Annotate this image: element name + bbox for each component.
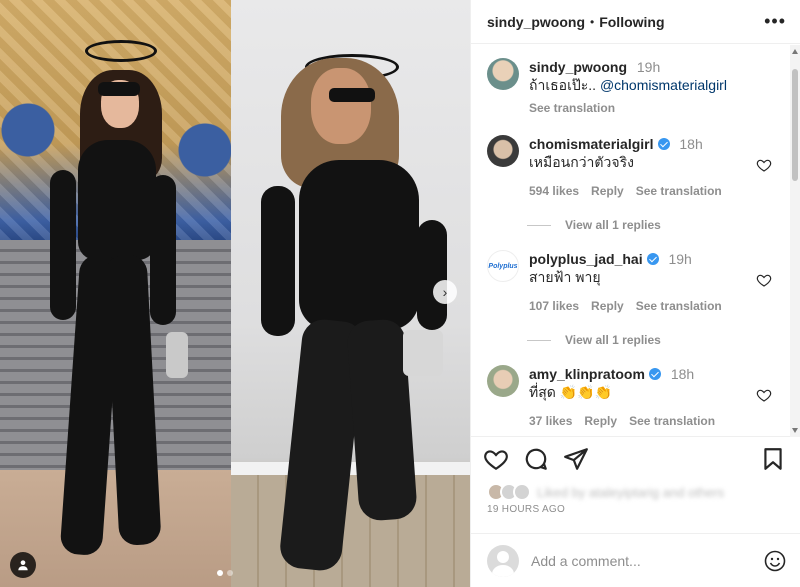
carousel-dot-active <box>217 570 223 576</box>
view-replies-button[interactable]: View all 1 replies <box>471 331 800 349</box>
comment-likes[interactable]: 594 likes <box>529 184 579 198</box>
view-replies-button[interactable]: View all 1 replies <box>471 216 800 234</box>
see-translation-button[interactable]: See translation <box>636 184 722 198</box>
avatar-logo-text: Polyplus <box>488 262 518 270</box>
comment-likes[interactable]: 37 likes <box>529 414 572 428</box>
face-right <box>311 68 371 144</box>
emoji-icon[interactable] <box>763 549 787 573</box>
user-tag-button[interactable] <box>10 552 36 578</box>
current-user-avatar <box>487 544 519 577</box>
comment-time: 18h <box>670 366 695 382</box>
more-options-button[interactable]: ••• <box>764 11 786 32</box>
arm-left-1 <box>50 170 76 320</box>
comment-item: Polyplus polyplus_jad_hai 19h สายฟ้า พาย… <box>471 250 800 313</box>
scroll-up-arrow[interactable] <box>792 49 798 54</box>
arm-right-1 <box>261 186 295 336</box>
caption-body: ถ้าเธอเป๊ะ.. <box>529 77 597 93</box>
comment-username[interactable]: polyplus_jad_hai <box>529 251 643 267</box>
author-avatar[interactable] <box>487 58 519 90</box>
carousel-dots <box>217 570 233 576</box>
scroll-down-arrow[interactable] <box>792 428 798 433</box>
post-timestamp: 19 HOURS AGO <box>487 504 566 515</box>
reply-button[interactable]: Reply <box>584 414 617 428</box>
heart-icon <box>484 449 508 470</box>
reply-button[interactable]: Reply <box>591 184 624 198</box>
comment-time: 19h <box>668 251 692 267</box>
reply-button[interactable]: Reply <box>591 299 624 313</box>
verified-icon <box>648 368 661 380</box>
post-header: sindy_pwoong • Following ••• <box>471 0 800 44</box>
share-button[interactable] <box>563 446 589 472</box>
heart-icon[interactable] <box>756 387 772 403</box>
header-separator: • <box>590 14 595 29</box>
caption-username[interactable]: sindy_pwoong <box>529 59 627 75</box>
caption-time: 19h <box>636 59 661 75</box>
author-username[interactable]: sindy_pwoong <box>487 14 585 30</box>
comment-username[interactable]: amy_klinpratoom <box>529 366 645 382</box>
see-translation-button[interactable]: See translation <box>636 299 722 313</box>
arm-left-2 <box>150 175 176 325</box>
caption: sindy_pwoong 19h ถ้าเธอเป๊ะ.. @chomismat… <box>471 58 800 115</box>
liker-avatars <box>487 483 531 501</box>
arm-right-2 <box>417 220 447 330</box>
comment-item: chomismaterialgirl 18h เหมือนกว่าตัวจริง… <box>471 135 800 198</box>
carousel-dot <box>227 570 233 576</box>
post-media[interactable]: › <box>0 0 470 587</box>
caption-see-translation[interactable]: See translation <box>529 101 615 115</box>
handbag-right <box>403 330 443 376</box>
torso-left <box>78 140 156 260</box>
comment-username[interactable]: chomismaterialgirl <box>529 136 654 152</box>
hair-bow-left <box>85 40 157 62</box>
comment-avatar[interactable] <box>487 135 519 167</box>
likes-text: Liked by ataleyiptarig and others <box>537 484 725 500</box>
comment-text: สายฟ้า พายุ <box>529 269 601 285</box>
verified-icon <box>657 138 670 150</box>
comment-button[interactable] <box>523 446 549 472</box>
torso-right <box>299 160 419 330</box>
caption-text: ถ้าเธอเป๊ะ.. @chomismaterialgirl <box>529 76 760 95</box>
add-comment-bar <box>471 533 800 587</box>
share-icon <box>564 447 588 470</box>
add-comment-input[interactable] <box>531 552 763 569</box>
photo-left <box>0 0 231 587</box>
post-side-panel: sindy_pwoong • Following ••• sindy_pwoon… <box>470 0 800 587</box>
floor-right <box>231 475 470 587</box>
user-tag-icon <box>18 560 28 571</box>
likes-summary[interactable]: Liked by ataleyiptarig and others <box>471 480 800 504</box>
handbag-left <box>166 332 188 378</box>
save-icon <box>764 447 782 470</box>
action-bar <box>471 436 800 480</box>
like-button[interactable] <box>483 446 509 472</box>
comment-icon <box>525 448 547 470</box>
comment-likes[interactable]: 107 likes <box>529 299 579 313</box>
sunglasses-right <box>329 88 375 102</box>
comments-list[interactable]: sindy_pwoong 19h ถ้าเธอเป๊ะ.. @chomismat… <box>471 44 800 436</box>
comment-avatar[interactable] <box>487 365 519 397</box>
heart-icon[interactable] <box>756 272 772 288</box>
comments-scrollbar[interactable] <box>790 45 800 437</box>
comment-item: amy_klinpratoom 18h ที่สุด 👏👏👏 37 likes … <box>471 365 800 428</box>
next-slide-button[interactable]: › <box>433 280 457 304</box>
following-button[interactable]: Following <box>599 14 664 30</box>
heart-icon[interactable] <box>756 157 772 173</box>
comment-avatar[interactable]: Polyplus <box>487 250 519 282</box>
verified-icon <box>646 253 659 265</box>
sunglasses-left <box>98 82 140 96</box>
comment-time: 18h <box>679 136 703 152</box>
caption-mention[interactable]: @chomismaterialgirl <box>600 77 727 93</box>
comment-text: เหมือนกว่าตัวจริง <box>529 154 634 170</box>
scroll-thumb[interactable] <box>792 69 798 181</box>
comment-text: ที่สุด 👏👏👏 <box>529 384 613 400</box>
save-button[interactable] <box>760 446 786 472</box>
see-translation-button[interactable]: See translation <box>629 414 715 428</box>
